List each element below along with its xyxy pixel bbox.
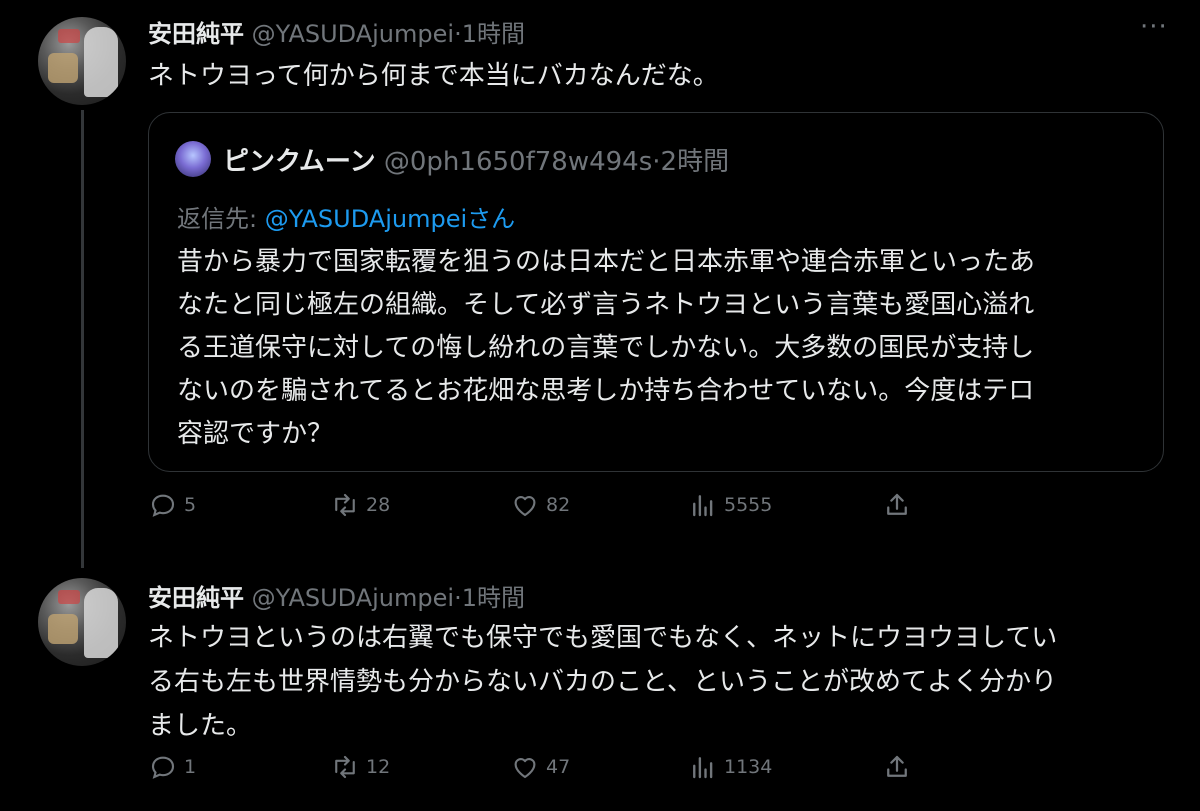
author-handle[interactable]: @YASUDAjumpei [252,20,454,48]
quoted-time: ·2時間 [652,147,730,177]
tweet-text: ネトウヨというのは右翼でも保守でも愛国でもなく、ネットにウヨウヨしてい る右も左… [148,616,1178,748]
tweet-text-line: ネトウヨというのは右翼でも保守でも愛国でもなく、ネットにウヨウヨしてい [148,623,1058,653]
quoted-text-line: る王道保守に対しての悔し紛れの言葉でしかない。大多数の国民が支持し [177,333,1035,363]
quoted-text: 昔から暴力で国家転覆を狙うのは日本だと日本赤軍や連合赤軍といったあ なたと同じ極… [177,241,1137,456]
like-icon [514,758,536,779]
tweet-text: ネトウヨって何から何まで本当にバカなんだな。 [148,61,719,91]
quoted-tweet[interactable]: ピンクムーン @0ph1650f78w494s·2時間 返信先: @YASUDA… [148,112,1164,472]
avatar[interactable] [38,578,126,666]
tweet-text-line: る右も左も世界情勢も分からないバカのこと、ということが改めてよく分かり [148,667,1057,697]
retweet-icon [335,755,355,779]
like-button[interactable]: 82 [510,490,570,520]
reply-button[interactable]: 5 [148,490,196,520]
thread-connector-line [81,110,84,568]
reply-icon [151,756,175,779]
reply-button[interactable]: 1 [148,752,196,782]
tweet-actions: 1 12 47 1134 [148,752,928,792]
retweet-icon [335,493,355,517]
views-button[interactable]: 5555 [688,490,772,520]
quoted-author-name: ピンクムーン [223,147,376,177]
reply-mention-link[interactable]: @YASUDAjumpei [265,205,467,233]
retweet-button[interactable]: 28 [330,490,390,520]
author-name[interactable]: 安田純平 [148,584,244,612]
author-name[interactable]: 安田純平 [148,20,244,48]
like-icon [514,496,536,517]
like-count: 82 [546,494,571,516]
like-button[interactable]: 47 [510,752,570,782]
reply-prefix: 返信先: [177,205,265,233]
views-count: 1134 [724,756,773,778]
quoted-text-line: ないのを騙されてるとお花畑な思考しか持ち合わせていない。今度はテロ [177,376,1035,406]
quoted-avatar[interactable] [175,141,211,177]
tweet-time[interactable]: ·1時間 [454,584,525,612]
tweet-header: 安田純平 @YASUDAjumpei·1時間 [148,14,525,49]
views-icon [693,495,713,517]
tweet-text-line: ました。 [148,711,253,741]
share-button[interactable] [882,752,918,782]
reply-icon [151,494,175,517]
views-count: 5555 [724,494,773,516]
tweet-actions: 5 28 82 5555 [148,490,928,530]
share-icon [887,493,907,515]
quoted-text-line: 昔から暴力で国家転覆を狙うのは日本だと日本赤軍や連合赤軍といったあ [177,247,1036,277]
tweet-header: 安田純平 @YASUDAjumpei·1時間 [148,578,525,613]
tweet-time[interactable]: ·1時間 [454,20,525,48]
retweet-button[interactable]: 12 [330,752,390,782]
like-count: 47 [546,756,571,778]
share-button[interactable] [882,490,918,520]
avatar[interactable] [38,17,126,105]
share-icon [887,755,907,777]
more-icon[interactable]: ··· [1140,12,1168,42]
reply-count: 5 [184,494,197,516]
author-handle[interactable]: @YASUDAjumpei [252,584,454,612]
quoted-header: ピンクムーン @0ph1650f78w494s·2時間 [223,141,729,178]
quoted-text-line: 容認ですか？ [177,419,334,449]
views-button[interactable]: 1134 [688,752,772,782]
reply-to-line: 返信先: @YASUDAjumpeiさん [177,199,515,234]
views-icon [693,757,713,779]
reply-suffix: さん [467,205,516,233]
retweet-count: 12 [366,756,391,778]
reply-count: 1 [184,756,197,778]
retweet-count: 28 [366,494,391,516]
quoted-text-line: なたと同じ極左の組織。そして必ず言うネトウヨという言葉も愛国心溢れ [177,290,1035,320]
quoted-author-handle: @0ph1650f78w494s [383,147,653,177]
